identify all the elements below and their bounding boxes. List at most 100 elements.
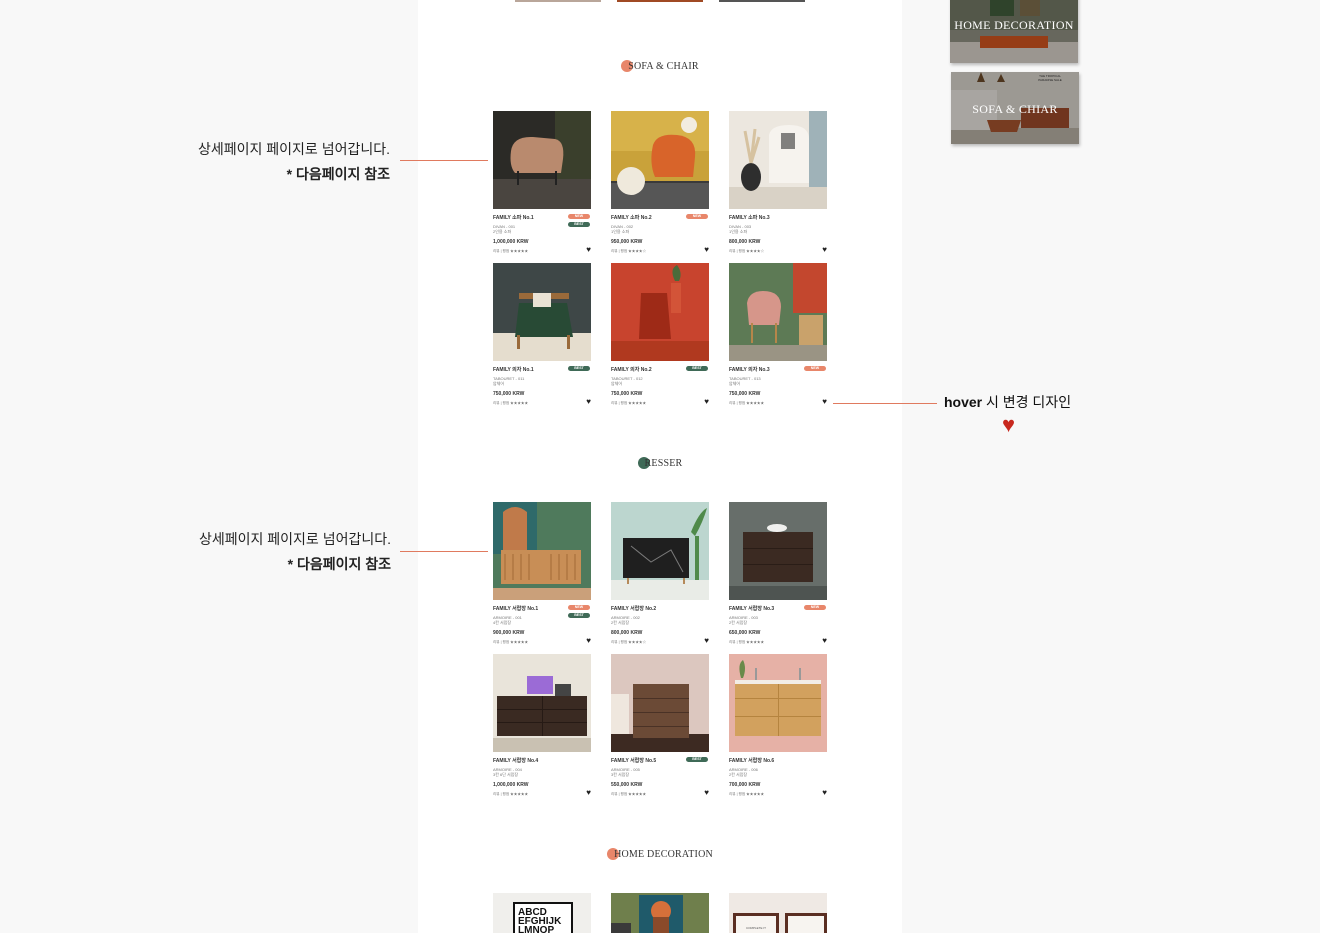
section-title-home-decoration: HOME DECORATION bbox=[418, 848, 902, 860]
product-name[interactable]: FAMILY 서랍장 No.5 bbox=[611, 757, 656, 764]
product-image[interactable] bbox=[729, 111, 827, 209]
heart-icon[interactable]: ♥ bbox=[822, 637, 827, 645]
product-image[interactable]: ABCD EFGHIJK LMNOP bbox=[493, 893, 591, 933]
product-subtitle: 암체어 bbox=[729, 381, 741, 386]
heart-icon[interactable]: ♥ bbox=[586, 246, 591, 254]
product-price: 1,000,000 KRW bbox=[493, 239, 529, 245]
product-name[interactable]: FAMILY 의자 No.1 bbox=[493, 366, 534, 373]
product-rating: 리뷰 | 평점 ★★★★☆ bbox=[611, 640, 647, 644]
prev-thumb-strip bbox=[719, 0, 805, 2]
heart-icon[interactable]: ♥ bbox=[822, 246, 827, 254]
product-card[interactable]: FAMILY 소파 No.3 DIVAN - 003 1인용 소파 800,00… bbox=[729, 111, 827, 261]
product-card[interactable]: FAMILY 서랍장 No.5 BEST ARMOIRE - 005 3칸 서랍… bbox=[611, 654, 709, 804]
side-thumbnail-home-decoration[interactable]: HOME DECORATION bbox=[950, 0, 1078, 63]
product-subtitle: 4칸 서랍장 bbox=[493, 620, 512, 625]
detail-page-note: 상세페이지 페이지로 넘어갑니다. * 다음페이지 참조 bbox=[150, 137, 390, 187]
product-image[interactable] bbox=[493, 111, 591, 209]
product-subtitle: 2칸 서랍장 bbox=[729, 772, 748, 777]
heart-icon[interactable]: ♥ bbox=[822, 789, 827, 797]
product-name[interactable]: FAMILY 서랍장 No.1 bbox=[493, 605, 538, 612]
product-name[interactable]: FAMILY 서랍장 No.6 bbox=[729, 757, 774, 764]
product-image[interactable] bbox=[611, 893, 709, 933]
heart-icon[interactable]: ♥ bbox=[586, 637, 591, 645]
product-name[interactable]: FAMILY 소파 No.1 bbox=[493, 214, 534, 221]
product-image[interactable] bbox=[611, 654, 709, 752]
note-line-bold: * 다음페이지 참조 bbox=[287, 556, 391, 572]
product-image[interactable] bbox=[729, 263, 827, 361]
product-image[interactable] bbox=[729, 502, 827, 600]
annotation-line bbox=[833, 403, 937, 404]
heart-icon[interactable]: ♥ bbox=[704, 789, 709, 797]
product-card[interactable]: FAMILY 의자 No.1 BEST TABOURET - 011 암체어 7… bbox=[493, 263, 591, 413]
annotation-line bbox=[400, 551, 488, 552]
section-title-dresser: RESSER bbox=[418, 457, 902, 469]
product-rating: 리뷰 | 평점 ★★★★★ bbox=[729, 640, 765, 644]
heart-icon[interactable]: ♥ bbox=[822, 398, 827, 406]
side-thumbnail-label: SOFA & CHIAR bbox=[972, 102, 1058, 116]
section-title-text: SOFA & CHAIR bbox=[628, 61, 699, 72]
frame-caption: COMPLETE IT bbox=[745, 926, 766, 930]
product-rating: 리뷰 | 평점 ★★★★☆ bbox=[729, 249, 765, 253]
product-name[interactable]: FAMILY 소파 No.2 bbox=[611, 214, 652, 221]
product-subtitle: 1인용 소파 bbox=[611, 229, 630, 234]
product-price: 650,000 KRW bbox=[729, 630, 761, 636]
product-image[interactable] bbox=[611, 502, 709, 600]
product-card[interactable]: COMPLETE IT bbox=[729, 893, 827, 933]
heart-icon[interactable]: ♥ bbox=[704, 246, 709, 254]
product-card[interactable]: FAMILY 소파 No.2 NEW DIVAN - 002 1인용 소파 95… bbox=[611, 111, 709, 261]
product-image[interactable] bbox=[729, 654, 827, 752]
heart-icon[interactable]: ♥ bbox=[704, 398, 709, 406]
product-card[interactable]: FAMILY 의자 No.3 NEW TABOURET - 013 암체어 75… bbox=[729, 263, 827, 413]
heart-icon[interactable]: ♥ bbox=[704, 637, 709, 645]
product-name[interactable]: FAMILY 의자 No.2 bbox=[611, 366, 652, 373]
product-rating: 리뷰 | 평점 ★★★★★ bbox=[493, 640, 529, 644]
prev-thumb-strip bbox=[617, 0, 703, 2]
product-rating: 리뷰 | 평점 ★★★★★ bbox=[493, 792, 529, 796]
poster-text: ABCD EFGHIJK LMNOP bbox=[518, 907, 562, 933]
product-rating: 리뷰 | 평점 ★★★★★ bbox=[729, 792, 765, 796]
product-card[interactable]: FAMILY 서랍장 No.6 ARMOIRE - 006 2칸 서랍장 700… bbox=[729, 654, 827, 804]
product-name[interactable]: FAMILY 서랍장 No.4 bbox=[493, 757, 538, 764]
best-badge: BEST bbox=[686, 757, 708, 762]
prev-thumb-strip bbox=[515, 0, 601, 2]
side-thumbnail-sofa-chair[interactable]: THE TROPICAL PARADISE SALE SOFA & CHIAR bbox=[951, 72, 1079, 144]
product-price: 800,000 KRW bbox=[611, 630, 643, 636]
section-title-sofa-chair: SOFA & CHAIR bbox=[418, 60, 902, 72]
hover-note-bold: hover bbox=[944, 394, 983, 410]
product-image[interactable] bbox=[611, 111, 709, 209]
poster-frame: ABCD EFGHIJK LMNOP bbox=[513, 902, 573, 933]
product-card[interactable]: FAMILY 서랍장 No.1 NEW BEST ARMOIRE - 001 4… bbox=[493, 502, 591, 652]
product-rating: 리뷰 | 평점 ★★★★★ bbox=[611, 792, 647, 796]
product-card[interactable]: FAMILY 서랍장 No.3 NEW ARMOIRE - 003 2칸 서랍장… bbox=[729, 502, 827, 652]
sale-sign-text: THE TROPICAL PARADISE SALE bbox=[1038, 74, 1062, 82]
product-image[interactable] bbox=[493, 263, 591, 361]
product-image[interactable] bbox=[611, 263, 709, 361]
frame-left: COMPLETE IT bbox=[733, 913, 779, 933]
heart-icon[interactable]: ♥ bbox=[586, 398, 591, 406]
product-rating: 리뷰 | 평점 ★★★★★ bbox=[611, 401, 647, 405]
product-name[interactable]: FAMILY 의자 No.3 bbox=[729, 366, 770, 373]
hover-note-text: 시 변경 디자인 bbox=[982, 394, 1072, 410]
product-subtitle: 3칸 6단 서랍장 bbox=[493, 772, 519, 777]
note-line: 상세페이지 페이지로 넘어갑니다. bbox=[199, 531, 391, 547]
product-image[interactable] bbox=[493, 654, 591, 752]
best-badge: BEST bbox=[568, 366, 590, 371]
product-name[interactable]: FAMILY 서랍장 No.2 bbox=[611, 605, 656, 612]
product-subtitle: 1인용 소파 bbox=[729, 229, 748, 234]
product-card[interactable] bbox=[611, 893, 709, 933]
best-badge: BEST bbox=[568, 222, 590, 227]
product-card[interactable]: ABCD EFGHIJK LMNOP bbox=[493, 893, 591, 933]
heart-icon[interactable]: ♥ bbox=[586, 789, 591, 797]
side-thumbnail-label: HOME DECORATION bbox=[954, 18, 1074, 32]
product-price: 1,000,000 KRW bbox=[493, 782, 529, 788]
frame-right bbox=[785, 913, 827, 933]
page-canvas: SOFA & CHAIR FAMILY 소파 No.1 NEW BEST DIV… bbox=[418, 0, 902, 933]
product-card[interactable]: FAMILY 서랍장 No.2 ARMOIRE - 002 2칸 서랍장 800… bbox=[611, 502, 709, 652]
product-image[interactable]: COMPLETE IT bbox=[729, 893, 827, 933]
product-card[interactable]: FAMILY 서랍장 No.4 ARMOIRE - 004 3칸 6단 서랍장 … bbox=[493, 654, 591, 804]
product-card[interactable]: FAMILY 소파 No.1 NEW BEST DIVAN - 001 2인용 … bbox=[493, 111, 591, 261]
product-image[interactable] bbox=[493, 502, 591, 600]
product-name[interactable]: FAMILY 소파 No.3 bbox=[729, 214, 770, 221]
product-name[interactable]: FAMILY 서랍장 No.3 bbox=[729, 605, 774, 612]
product-card[interactable]: FAMILY 의자 No.2 BEST TABOURET - 012 암체어 7… bbox=[611, 263, 709, 413]
